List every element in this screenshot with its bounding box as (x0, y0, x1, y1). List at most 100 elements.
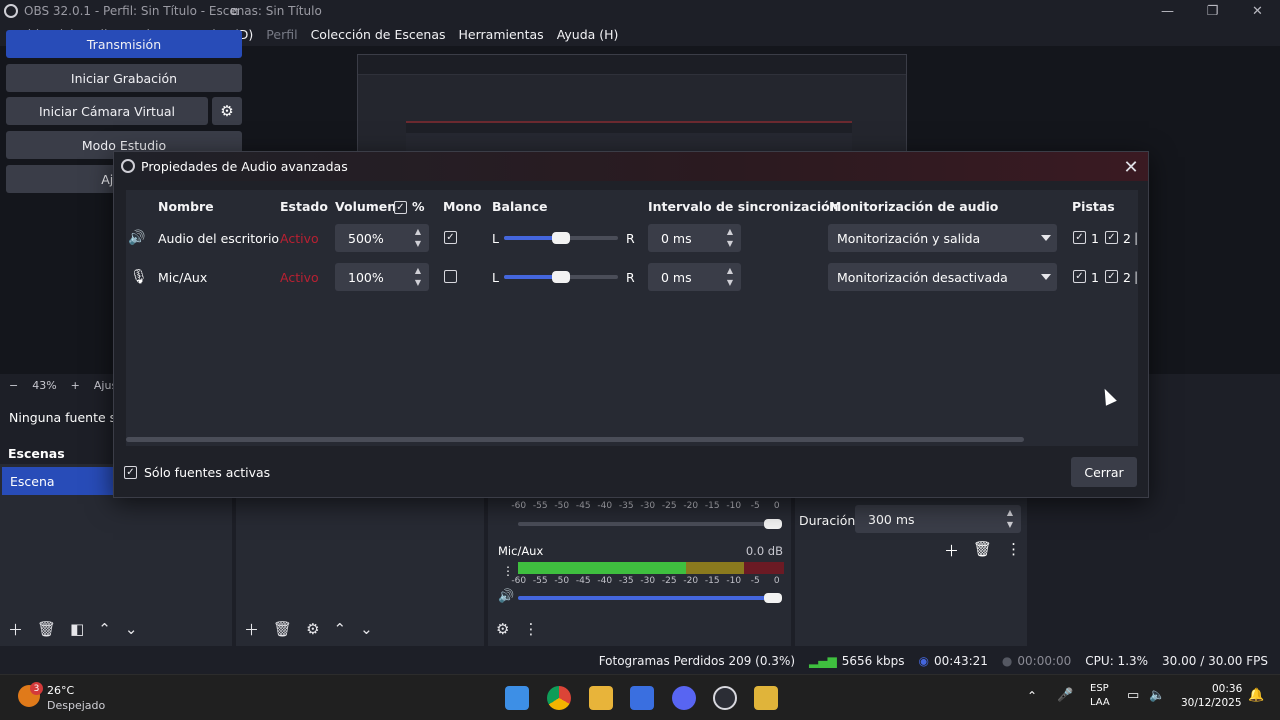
only-active-checkbox[interactable]: ✓ (124, 466, 137, 479)
menu-herramientas[interactable]: Herramientas (452, 27, 550, 42)
virtual-camera-settings-icon[interactable]: ⚙ (212, 97, 242, 125)
add-scene-icon[interactable]: ＋ (8, 619, 23, 640)
track-1-checkbox[interactable]: ✓ (1073, 270, 1086, 283)
source-up-icon[interactable]: ⌃ (334, 620, 347, 638)
chrome-icon[interactable] (547, 686, 571, 710)
volume-percent-checkbox[interactable]: ✓ (394, 201, 407, 214)
window-title: OBS 32.0.1 - Perfil: Sin Título - Escena… (24, 4, 322, 18)
stream-live-icon: ◉ (918, 654, 929, 668)
menu-ayuda[interactable]: Ayuda (H) (550, 27, 625, 42)
network-icon[interactable]: ▭ (1127, 688, 1139, 703)
sync-offset-spinbox[interactable]: 0 ms ▲ ▼ (648, 224, 741, 252)
zoom-out-button[interactable]: − (9, 379, 18, 392)
start-virtual-camera-button[interactable]: Iniciar Cámara Virtual (6, 97, 208, 125)
language-code[interactable]: ESP (1090, 683, 1109, 694)
mic-mixer-label: Mic/Aux (498, 544, 544, 558)
remove-source-icon[interactable]: 🗑 (273, 620, 292, 638)
track-2-checkbox[interactable]: ✓ (1105, 270, 1118, 283)
clock-date[interactable]: 30/12/2025 (1181, 697, 1242, 709)
weather-desc[interactable]: Despejado (47, 699, 105, 712)
scene-filter-icon[interactable]: ◧ (70, 620, 84, 638)
balance-slider[interactable] (504, 271, 618, 283)
roblox-icon[interactable] (630, 686, 654, 710)
transition-menu-icon[interactable]: ⋮ (1006, 540, 1021, 561)
clock-time[interactable]: 00:36 (1212, 683, 1242, 695)
audio-sources-table: Nombre Estado Volumen ✓ % Mono Balance I… (126, 190, 1138, 446)
microphone-tray-icon[interactable]: 🎤 (1057, 688, 1073, 703)
keyboard-layout[interactable]: LAA (1090, 697, 1110, 708)
balance-knob[interactable] (552, 232, 570, 244)
mic-volume-knob[interactable] (764, 593, 782, 603)
duration-spinbox[interactable]: 300 ms ▲ ▼ (855, 505, 1021, 533)
desktop-volume-knob[interactable] (764, 519, 782, 529)
move-up-icon[interactable]: ⌃ (98, 620, 111, 638)
dialog-title: Propiedades de Audio avanzadas (141, 159, 348, 174)
only-active-sources-option[interactable]: ✓ Sólo fuentes activas (124, 465, 270, 480)
horizontal-scrollbar[interactable] (126, 437, 1024, 442)
add-transition-icon[interactable]: ＋ (944, 540, 959, 561)
zoom-in-button[interactable]: + (71, 379, 80, 392)
track-3-checkbox-partial[interactable]: | (1134, 269, 1138, 284)
start-stream-button[interactable]: Transmisión (6, 30, 242, 58)
track-2-checkbox[interactable]: ✓ (1105, 231, 1118, 244)
tray-chevron-icon[interactable]: ⌃ (1027, 689, 1037, 703)
discord-icon[interactable] (672, 686, 696, 710)
sync-offset-spinbox[interactable]: 0 ms ▲ ▼ (648, 263, 741, 291)
file-explorer-icon[interactable] (589, 686, 613, 710)
dialog-close-icon[interactable]: ✕ (1120, 156, 1142, 178)
balance-slider[interactable] (504, 232, 618, 244)
only-active-label: Sólo fuentes activas (144, 465, 271, 480)
volume-spinbox[interactable]: 500% ▲ ▼ (335, 224, 429, 252)
cpu-usage: CPU: 1.3% (1085, 654, 1149, 668)
volume-spinbox[interactable]: 100% ▲ ▼ (335, 263, 429, 291)
balance-knob[interactable] (552, 271, 570, 283)
record-time: 00:00:00 (1017, 654, 1072, 668)
remove-transition-icon[interactable]: 🗑 (973, 540, 992, 561)
windows-start-icon[interactable] (505, 686, 529, 710)
mono-checkbox[interactable] (444, 270, 457, 283)
mic-volume-slider[interactable] (518, 596, 778, 600)
move-down-icon[interactable]: ⌄ (125, 620, 138, 638)
monitoring-select[interactable]: Monitorización y salida (828, 224, 1057, 252)
weather-temp[interactable]: 26°C (47, 684, 74, 697)
chevron-down-icon (1041, 274, 1051, 280)
header-audio-monitoring: Monitorización de audio (829, 199, 999, 214)
close-window-button[interactable]: ✕ (1235, 0, 1280, 22)
advanced-audio-properties-dialog: Propiedades de Audio avanzadas ✕ Nombre … (113, 151, 1149, 498)
notifications-icon[interactable]: 🔔 (1248, 688, 1264, 703)
row-status: Activo (280, 231, 319, 246)
start-recording-button[interactable]: Iniciar Grabación (6, 64, 242, 92)
desktop-volume-slider[interactable] (518, 522, 778, 526)
balance-left-label: L (492, 231, 499, 246)
mixer-settings-icon[interactable]: ⚙ (496, 620, 509, 638)
maximize-button[interactable]: ❐ (1190, 0, 1235, 22)
source-settings-icon[interactable]: ⚙ (306, 620, 319, 638)
chevron-down-icon (1041, 235, 1051, 241)
mono-checkbox[interactable]: ✓ (444, 231, 457, 244)
menu-coleccion-escenas[interactable]: Colección de Escenas (304, 27, 452, 42)
remove-scene-icon[interactable]: 🗑 (37, 620, 56, 638)
volume-tray-icon[interactable]: 🔈 (1149, 688, 1165, 703)
dock-float-icon[interactable]: ⧉ (231, 5, 239, 19)
speaker-icon: 🔊 (128, 230, 146, 246)
header-mono: Mono (443, 199, 482, 214)
row-name: Mic/Aux (158, 270, 208, 285)
balance-right-label: R (626, 231, 635, 246)
mic-speaker-icon[interactable]: 🔊 (498, 589, 514, 604)
source-down-icon[interactable]: ⌄ (360, 620, 373, 638)
minimize-button[interactable]: — (1145, 0, 1190, 22)
header-volume: Volumen (335, 199, 397, 214)
header-percent: % (412, 199, 425, 214)
balance-left-label: L (492, 270, 499, 285)
close-dialog-button[interactable]: Cerrar (1071, 457, 1137, 487)
menu-perfil: Perfil (266, 26, 298, 42)
record-status-icon: ● (1001, 654, 1013, 668)
track-1-checkbox[interactable]: ✓ (1073, 231, 1086, 244)
mixer-menu-icon[interactable]: ⋮ (523, 620, 538, 638)
monitoring-select[interactable]: Monitorización desactivada (828, 263, 1057, 291)
balance-right-label: R (626, 270, 635, 285)
app-taskbar-icon[interactable] (754, 686, 778, 710)
add-source-icon[interactable]: ＋ (244, 619, 259, 640)
obs-taskbar-icon[interactable] (713, 686, 737, 710)
track-3-checkbox-partial[interactable]: | (1134, 230, 1138, 245)
